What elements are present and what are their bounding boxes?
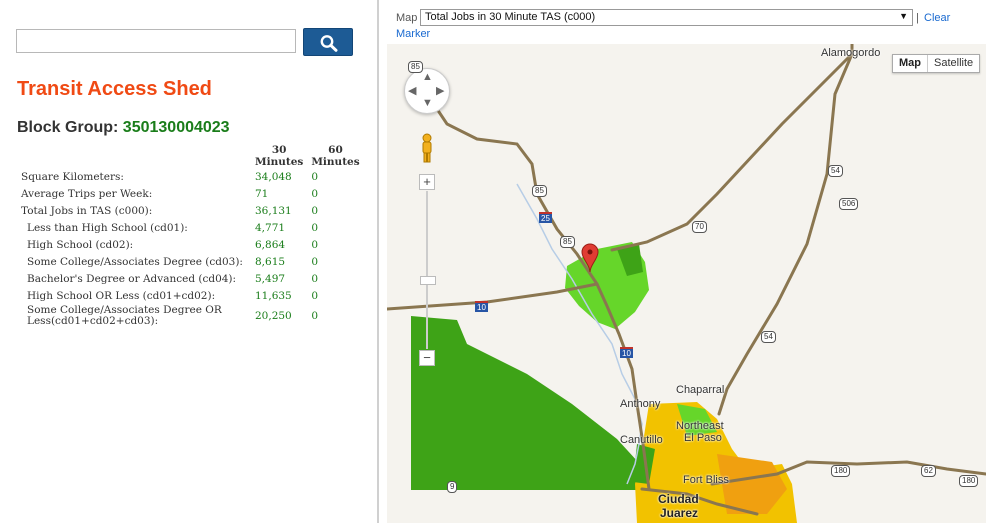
stats-row: High School OR Less (cd01+cd02): 11,635 0 bbox=[17, 288, 364, 305]
place-el-paso: El Paso bbox=[684, 432, 722, 444]
clear-marker-link-cont[interactable]: Marker bbox=[396, 28, 430, 40]
stat-value-60: 0 bbox=[311, 256, 318, 268]
shield-i25: 25 bbox=[539, 212, 552, 223]
zoom-in-button[interactable]: + bbox=[419, 174, 435, 190]
search-button[interactable] bbox=[303, 28, 353, 56]
stat-value-30: 34,048 bbox=[255, 171, 292, 183]
map-type-control: Map Satellite bbox=[892, 54, 981, 73]
stat-value-30: 36,131 bbox=[255, 205, 292, 217]
stat-value-60: 0 bbox=[311, 290, 318, 302]
pan-left-icon[interactable]: ◀ bbox=[408, 84, 416, 97]
stats-row: Average Trips per Week: 71 0 bbox=[17, 186, 364, 203]
stat-label: High School (cd02): bbox=[27, 239, 134, 251]
stat-value-60: 0 bbox=[311, 273, 318, 285]
place-alamogordo: Alamogordo bbox=[821, 47, 881, 59]
stat-label: Total Jobs in TAS (c000): bbox=[21, 205, 153, 217]
place-canutillo: Canutillo bbox=[620, 434, 663, 446]
shield-i10-b: 10 bbox=[620, 347, 633, 358]
header-30-minutes: 30 Minutes bbox=[255, 144, 304, 168]
stat-label: Some College/Associates Degree (cd03): bbox=[27, 256, 243, 268]
zoom-slider-handle[interactable] bbox=[420, 276, 436, 285]
shield-us70: 70 bbox=[692, 221, 707, 233]
shield-180-a: 180 bbox=[831, 465, 851, 477]
stats-row: Square Kilometers: 34,048 0 bbox=[17, 169, 364, 186]
shield-i10-a: 10 bbox=[475, 301, 488, 312]
shield-us85-b: 85 bbox=[532, 185, 547, 197]
stat-value-30: 5,497 bbox=[255, 273, 286, 285]
dropdown-arrow-icon: ▼ bbox=[899, 11, 908, 21]
stat-value-60: 0 bbox=[311, 188, 318, 200]
map-base bbox=[387, 44, 986, 523]
panel-divider bbox=[377, 0, 379, 523]
left-panel: Transit Access Shed Block Group: 3501300… bbox=[0, 0, 377, 523]
map-canvas[interactable]: Map Satellite ▲ ◀ ▶ ▼ + − Alamogordo Cha… bbox=[387, 44, 986, 523]
header-60-minutes: 60 Minutes bbox=[311, 144, 360, 168]
stats-row: Some College/Associates Degree OR Less(c… bbox=[17, 305, 364, 327]
pan-control[interactable]: ▲ ◀ ▶ ▼ bbox=[404, 68, 450, 114]
stats-row: Some College/Associates Degree (cd03): 8,… bbox=[17, 254, 364, 271]
map-layer-label: Map bbox=[396, 12, 418, 24]
shield-us85-a: 85 bbox=[408, 61, 423, 73]
stats-row: Bachelor's Degree or Advanced (cd04): 5,4… bbox=[17, 271, 364, 288]
stat-label: Some College/Associates Degree OR Less(c… bbox=[27, 304, 222, 327]
search-icon bbox=[320, 35, 338, 52]
stat-value-30: 6,864 bbox=[255, 239, 286, 251]
stat-value-60: 0 bbox=[311, 222, 318, 234]
stat-value-30: 4,771 bbox=[255, 222, 286, 234]
stats-row: Less than High School (cd01): 4,771 0 bbox=[17, 220, 364, 237]
stats-row: High School (cd02): 6,864 0 bbox=[17, 237, 364, 254]
place-northeast: Northeast bbox=[676, 420, 724, 432]
stat-value-30: 8,615 bbox=[255, 256, 286, 268]
search-input[interactable] bbox=[16, 29, 296, 53]
stat-value-60: 0 bbox=[311, 171, 318, 183]
pan-right-icon[interactable]: ▶ bbox=[436, 84, 444, 97]
stat-value-30: 20,250 bbox=[255, 309, 292, 322]
shield-us85-c: 85 bbox=[560, 236, 575, 248]
map-type-map-button[interactable]: Map bbox=[893, 55, 927, 72]
zoom-out-button[interactable]: − bbox=[419, 350, 435, 366]
place-chaparral: Chaparral bbox=[676, 384, 725, 396]
map-layer-select[interactable]: Total Jobs in 30 Minute TAS (c000) ▼ bbox=[420, 9, 913, 26]
header-label-column bbox=[17, 143, 251, 169]
zoom-slider-track[interactable] bbox=[426, 191, 428, 349]
clear-marker-link[interactable]: Clear bbox=[924, 12, 950, 24]
stat-value-30: 11,635 bbox=[255, 290, 292, 302]
shield-506: 506 bbox=[839, 198, 859, 210]
stat-label: Bachelor's Degree or Advanced (cd04): bbox=[27, 273, 237, 285]
shield-us54-b: 54 bbox=[761, 331, 776, 343]
stats-header-row: 30 Minutes 60 Minutes bbox=[17, 143, 364, 169]
stat-value-60: 0 bbox=[311, 239, 318, 251]
pan-up-icon[interactable]: ▲ bbox=[422, 71, 433, 83]
pan-down-icon[interactable]: ▼ bbox=[422, 97, 433, 109]
stat-label: Average Trips per Week: bbox=[21, 188, 153, 200]
stat-label: Square Kilometers: bbox=[21, 171, 124, 183]
place-ciudad: Ciudad bbox=[658, 492, 699, 506]
pegman-icon[interactable] bbox=[420, 133, 434, 163]
separator: | bbox=[916, 12, 919, 24]
block-group-id: 350130004023 bbox=[122, 119, 230, 136]
shield-us54-a: 54 bbox=[828, 165, 843, 177]
panel-title: Transit Access Shed bbox=[17, 78, 212, 100]
place-anthony: Anthony bbox=[620, 398, 661, 410]
stat-value-60: 0 bbox=[311, 205, 318, 217]
map-layer-selected: Total Jobs in 30 Minute TAS (c000) bbox=[425, 11, 596, 23]
map-marker-icon[interactable] bbox=[581, 243, 599, 273]
block-group-label: Block Group: bbox=[17, 119, 119, 136]
shield-9: 9 bbox=[447, 481, 458, 493]
map-type-satellite-button[interactable]: Satellite bbox=[927, 55, 979, 72]
shield-62: 62 bbox=[921, 465, 936, 477]
place-fort-bliss: Fort Bliss bbox=[683, 474, 729, 486]
place-juarez: Juarez bbox=[660, 506, 699, 520]
stat-value-30: 71 bbox=[255, 188, 269, 200]
block-group-heading: Block Group: 350130004023 bbox=[17, 119, 230, 137]
stats-table: 30 Minutes 60 Minutes Square Kilometers:… bbox=[17, 143, 364, 327]
stat-label: High School OR Less (cd01+cd02): bbox=[27, 290, 216, 302]
stat-label: Less than High School (cd01): bbox=[27, 222, 188, 234]
stat-value-60: 0 bbox=[311, 309, 318, 322]
shield-180-b: 180 bbox=[959, 475, 979, 487]
stats-row: Total Jobs in TAS (c000): 36,131 0 bbox=[17, 203, 364, 220]
